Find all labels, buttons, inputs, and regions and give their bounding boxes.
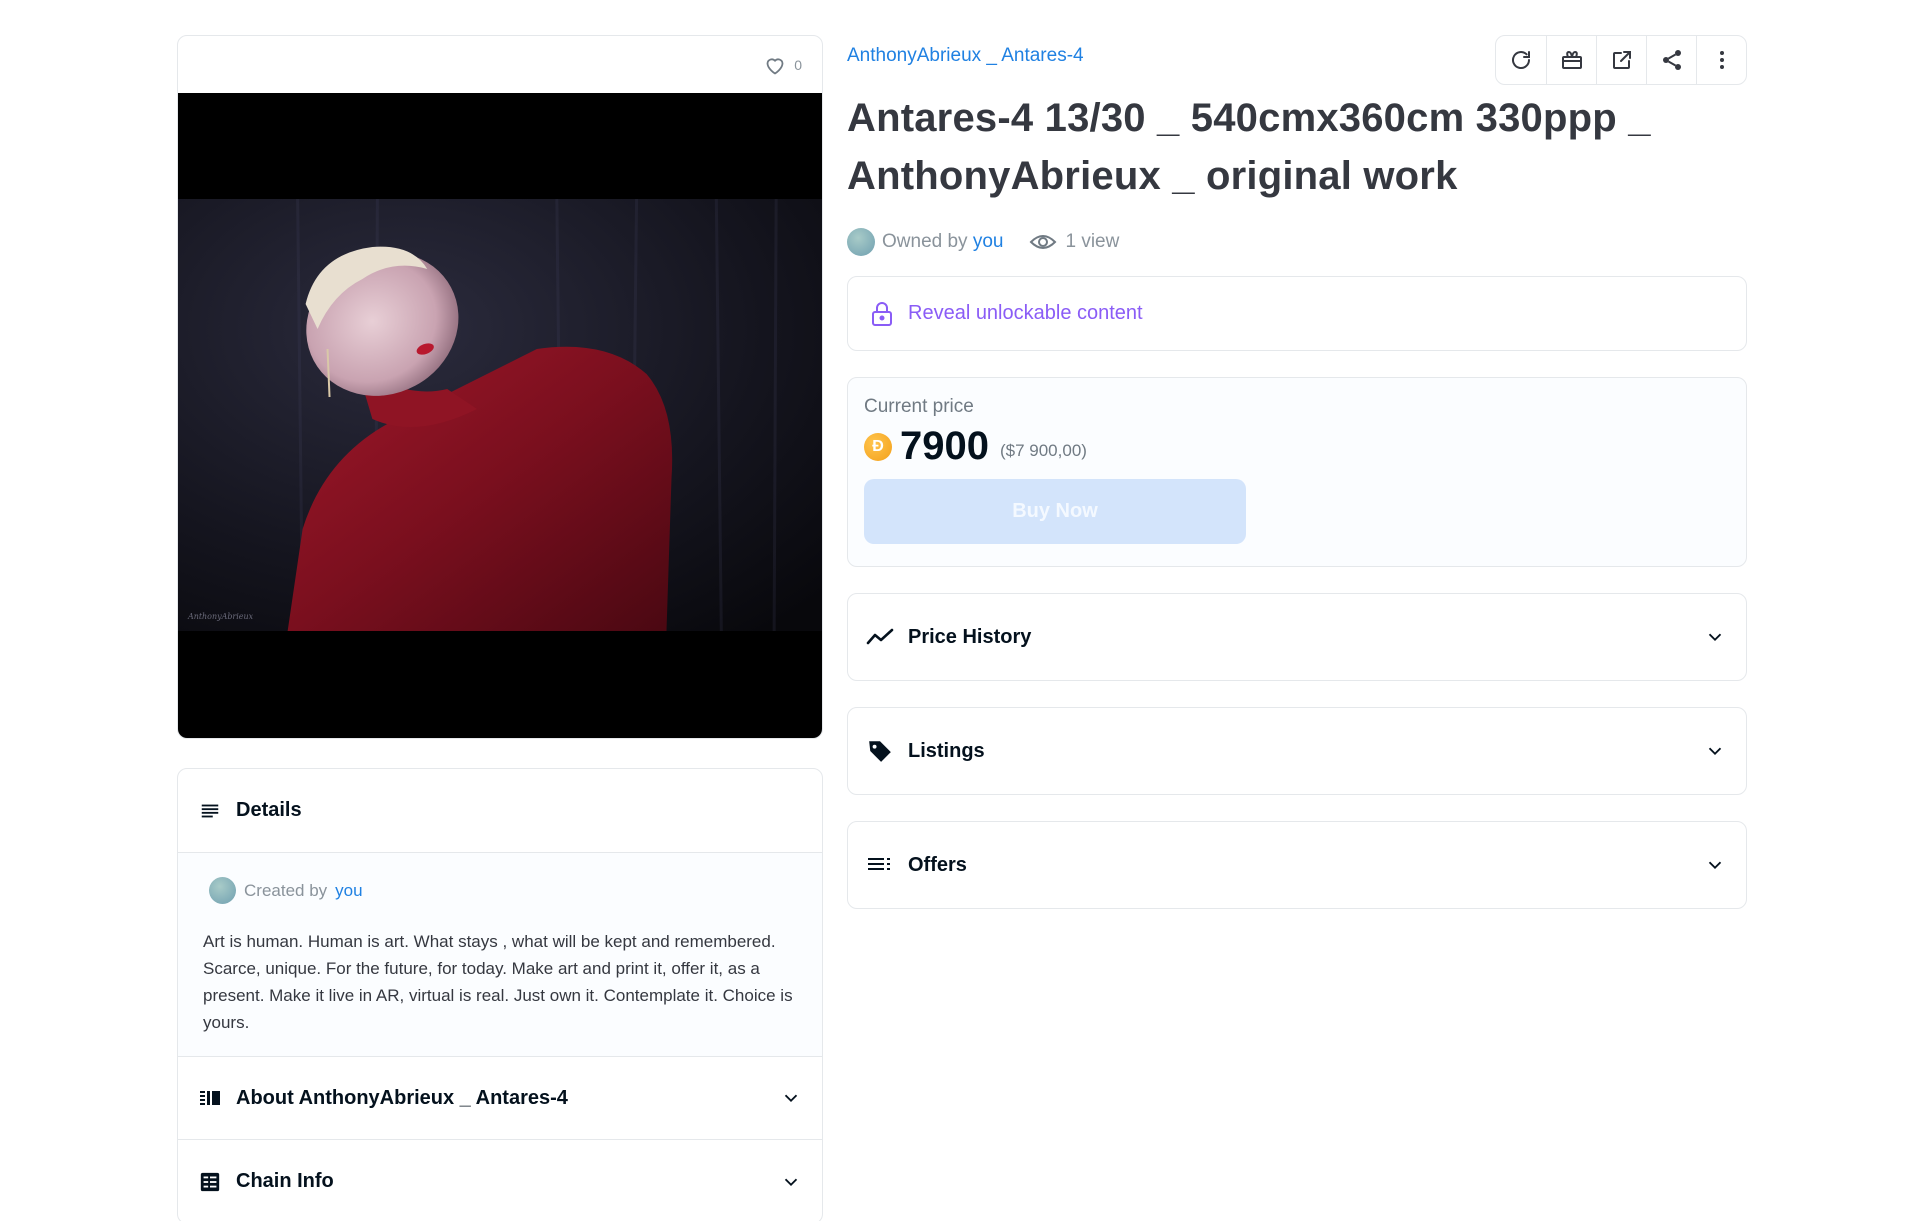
created-by-label: Created by	[244, 880, 328, 900]
right-column: AnthonyAbrieux _ Antares-4 Antares-4 13/…	[847, 35, 1747, 909]
creator-link[interactable]: you	[335, 881, 362, 901]
buy-now-button[interactable]: Buy Now	[864, 479, 1246, 544]
item-description: Art is human. Human is art. What stays ,…	[203, 932, 793, 1032]
share-button[interactable]	[1646, 36, 1696, 84]
chevron-down-icon	[784, 1178, 798, 1186]
book-icon	[198, 1086, 222, 1110]
external-link-icon	[1612, 51, 1631, 69]
nft-image[interactable]: AnthonyAbrieux	[178, 199, 822, 631]
share-icon	[1662, 50, 1681, 70]
coin-icon: Ð	[864, 432, 892, 461]
more-options-button[interactable]	[1696, 36, 1746, 84]
owner-avatar[interactable]	[847, 228, 875, 256]
created-by-row: Created by you	[209, 877, 797, 904]
details-body: Created by you Art is human. Human is ar…	[178, 853, 822, 1057]
price-history-toggle[interactable]: Price History	[847, 593, 1747, 681]
view-count: 1 view	[1029, 231, 1119, 253]
reveal-unlockable-label: Reveal unlockable content	[908, 302, 1143, 324]
favorite-count: 0	[794, 56, 802, 73]
left-column: 0 AnthonyAbrieux Details Created by you …	[177, 35, 823, 1221]
gift-icon	[1561, 50, 1582, 69]
about-collection-toggle[interactable]: About AnthonyAbrieux _ Antares-4	[178, 1057, 822, 1140]
eye-icon	[1030, 235, 1057, 249]
price-panel: Current price Ð 7900 ($7 900,00) Buy Now	[847, 377, 1747, 567]
reveal-unlockable-button[interactable]: Reveal unlockable content	[847, 276, 1747, 351]
owner-row: Owned by you 1 view	[847, 228, 1747, 256]
portrait-artwork: AnthonyAbrieux	[178, 199, 822, 631]
details-header: Details	[178, 769, 822, 853]
current-price-label: Current price	[864, 396, 974, 417]
price-value: 7900	[900, 424, 989, 468]
transfer-button[interactable]	[1546, 36, 1596, 84]
chevron-down-icon	[1708, 633, 1722, 642]
item-title: Antares-4 13/30 _ 540cmx360cm 330ppp _ A…	[847, 96, 1651, 198]
view-count-label: 1 view	[1065, 231, 1120, 252]
chain-info-toggle[interactable]: Chain Info	[178, 1140, 822, 1221]
media-frame: AnthonyAbrieux	[178, 93, 822, 738]
refresh-metadata-button[interactable]	[1496, 36, 1546, 84]
chevron-down-icon	[784, 1094, 798, 1103]
more-icon	[1719, 51, 1724, 69]
favorite-button[interactable]: 0	[763, 53, 802, 77]
refresh-icon	[1512, 51, 1530, 69]
creator-avatar[interactable]	[209, 877, 236, 904]
tag-icon	[866, 737, 894, 765]
lock-icon	[872, 301, 892, 326]
listings-label: Listings	[908, 739, 985, 762]
item-toolbar	[1495, 35, 1747, 85]
list-icon	[198, 799, 222, 823]
collection-link[interactable]: AnthonyAbrieux _ Antares-4	[847, 45, 1084, 67]
about-collection-label: About AnthonyAbrieux _ Antares-4	[236, 1086, 568, 1109]
owner-link[interactable]: you	[973, 231, 1004, 253]
trending-icon	[866, 623, 894, 651]
heart-icon	[766, 57, 784, 74]
price-history-label: Price History	[908, 625, 1032, 648]
media-card: 0 AnthonyAbrieux	[177, 35, 823, 739]
chevron-down-icon	[1708, 747, 1722, 756]
price-row: Ð 7900 ($7 900,00)	[864, 424, 1730, 469]
offers-label: Offers	[908, 853, 967, 876]
offers-list-icon	[866, 851, 894, 879]
item-header-row: AnthonyAbrieux _ Antares-4	[847, 35, 1747, 85]
details-panel: Details Created by you Art is human. Hum…	[177, 768, 823, 1221]
open-external-button[interactable]	[1596, 36, 1646, 84]
chain-info-label: Chain Info	[236, 1170, 334, 1192]
details-title: Details	[236, 799, 302, 821]
media-topbar: 0	[178, 36, 822, 93]
offers-toggle[interactable]: Offers	[847, 821, 1747, 909]
listings-toggle[interactable]: Listings	[847, 707, 1747, 795]
price-usd: ($7 900,00)	[999, 440, 1087, 460]
owned-by-label: Owned by	[882, 231, 968, 252]
chevron-down-icon	[1708, 861, 1722, 870]
chain-info-icon	[198, 1170, 222, 1194]
artwork-signature: AnthonyAbrieux	[187, 612, 254, 621]
